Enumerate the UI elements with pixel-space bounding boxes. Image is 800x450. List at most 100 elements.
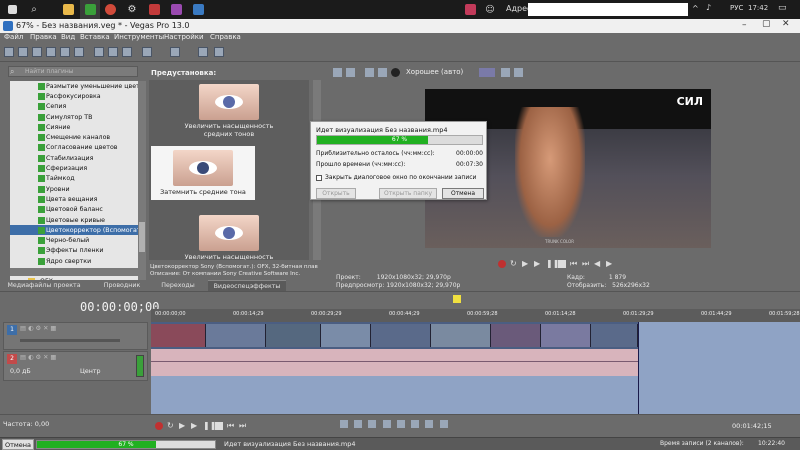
video-track-header[interactable]: 1 ▤ ◐ ⚙ ✕ ▦ — [3, 322, 148, 350]
chevron-up-icon[interactable]: ^ — [692, 4, 699, 13]
cancel-render-button[interactable]: Отмена — [442, 188, 484, 199]
preset-item-selected[interactable]: Затемнить средние тона — [151, 146, 255, 200]
marker-flag-icon[interactable] — [453, 295, 461, 303]
checkbox-box[interactable] — [316, 174, 322, 181]
loop-icon[interactable]: ↻ — [167, 422, 175, 430]
selection-edit-icon[interactable] — [368, 420, 377, 428]
app-icon-2[interactable] — [166, 0, 186, 19]
audio-track-header[interactable]: 2 ▤ ◐ ⚙ ✕ ▦ 0,0 дБ Центр — [3, 351, 148, 381]
prev-frame-icon[interactable]: ◀ — [594, 260, 602, 268]
go-end-icon[interactable]: ⏭ — [239, 422, 247, 430]
video-clip[interactable] — [206, 324, 266, 347]
video-clip[interactable] — [151, 324, 206, 347]
video-clip[interactable] — [591, 324, 638, 347]
loop-icon[interactable]: ↻ — [510, 260, 518, 268]
new-icon[interactable] — [4, 47, 14, 57]
timeline-track-area[interactable] — [151, 322, 800, 414]
fx-tree-item[interactable]: Ядро свертки — [10, 256, 138, 266]
settings-icon[interactable]: ⚙ — [122, 0, 142, 19]
fx-tree-item[interactable]: Черно-белый — [10, 235, 138, 245]
next-frame-icon[interactable]: ▶ — [606, 260, 614, 268]
play-icon[interactable]: ▶ — [191, 422, 199, 430]
menu-help[interactable]: Справка — [210, 33, 241, 41]
fx-tree-item[interactable]: Согласование цветов — [10, 143, 138, 153]
menu-edit[interactable]: Правка — [30, 33, 57, 41]
trim-icon[interactable] — [396, 420, 405, 428]
video-track-controls[interactable]: ▤ ◐ ⚙ ✕ ▦ — [20, 325, 56, 332]
go-start-icon[interactable]: ⏮ — [227, 422, 235, 430]
play-from-start-icon[interactable]: ▶ — [522, 260, 530, 268]
video-clip[interactable] — [371, 324, 431, 347]
fx-tree-item[interactable]: Таймкод — [10, 174, 138, 184]
fx-tree-item[interactable]: Стабилизация — [10, 153, 138, 163]
tab-explorer[interactable]: Проводник — [100, 280, 144, 291]
vegas-taskbar-icon[interactable] — [80, 0, 100, 19]
status-cancel-button[interactable]: Отмена — [2, 439, 34, 450]
tree-scrollbar[interactable] — [138, 81, 146, 287]
explorer-icon[interactable] — [58, 0, 78, 19]
video-level-slider[interactable] — [20, 339, 120, 342]
preview-settings-icon[interactable] — [333, 67, 342, 77]
fx-tree-item[interactable]: Сферизация — [10, 163, 138, 173]
timeline-ruler[interactable]: 00:00:00;00 00:00:14;29 00:00:29;29 00:0… — [151, 309, 800, 323]
address-input[interactable] — [528, 3, 688, 16]
tree-scroll-thumb[interactable] — [139, 222, 145, 252]
fx-tree-item[interactable]: Размытие уменьшение цветности — [10, 81, 138, 91]
record-icon[interactable] — [498, 260, 506, 268]
fx-tree-item[interactable]: Эффекты пленки — [10, 246, 138, 256]
snap-icon[interactable] — [425, 420, 434, 428]
envelope-tool-icon[interactable] — [214, 47, 224, 57]
select-tool-icon[interactable] — [198, 47, 208, 57]
preview-quality-dropdown[interactable]: Хорошее (авто) — [406, 68, 463, 76]
paste-icon[interactable] — [122, 47, 132, 57]
tab-video-fx[interactable]: Видеоспецэффекты — [208, 280, 286, 291]
fx-tree-item[interactable]: Симулятор ТВ — [10, 112, 138, 122]
normal-edit-icon[interactable] — [340, 420, 348, 428]
audio-track[interactable] — [151, 349, 638, 376]
fx-tree-item[interactable]: Цветокорректор (Вспомогат... — [10, 225, 138, 236]
preview-quality-icon[interactable] — [391, 67, 400, 77]
cut-icon[interactable] — [94, 47, 104, 57]
fx-tree-item[interactable]: Цветовые кривые — [10, 215, 138, 225]
save-as-icon[interactable] — [46, 47, 56, 57]
menu-file[interactable]: Файл — [4, 33, 23, 41]
copy-icon[interactable] — [108, 47, 118, 57]
play-from-start-icon[interactable]: ▶ — [179, 422, 187, 430]
photo-icon[interactable] — [460, 0, 480, 19]
properties-icon[interactable] — [74, 47, 84, 57]
auto-ripple-icon[interactable] — [439, 420, 448, 428]
fx-tree-item[interactable]: Цветовой баланс — [10, 205, 138, 215]
volume-icon[interactable]: ♪ — [706, 3, 711, 12]
render-icon[interactable] — [60, 47, 70, 57]
fx-tree-item[interactable]: Расфокусировка — [10, 91, 138, 101]
split-screen-icon[interactable] — [378, 67, 387, 77]
chrome-icon[interactable] — [100, 0, 120, 19]
menu-settings[interactable]: Настройки — [164, 33, 204, 41]
video-clip[interactable] — [431, 324, 491, 347]
maximize-icon[interactable]: ▢ — [762, 19, 771, 29]
external-monitor-icon[interactable] — [346, 67, 355, 77]
go-end-icon[interactable]: ⏭ — [582, 260, 590, 268]
envelope-edit-icon[interactable] — [354, 420, 363, 428]
video-clip[interactable] — [266, 324, 321, 347]
close-icon[interactable]: ✕ — [782, 19, 790, 29]
open-folder-button[interactable]: Открыть папку — [379, 188, 437, 199]
pause-icon[interactable]: ❚❚ — [546, 260, 559, 268]
tab-transitions[interactable]: Переходы — [150, 280, 206, 291]
play-icon[interactable]: ▶ — [534, 260, 542, 268]
undo-icon[interactable] — [142, 47, 152, 57]
fx-tree-item[interactable]: Сепия — [10, 102, 138, 112]
search-icon[interactable]: ⌕ — [24, 0, 44, 19]
fx-tree-item[interactable]: Цвета вещания — [10, 194, 138, 204]
windows-start-icon[interactable] — [2, 0, 22, 19]
menu-tools[interactable]: Инструменты — [114, 33, 164, 41]
marker-icon[interactable] — [411, 420, 420, 428]
video-track[interactable] — [151, 322, 638, 349]
open-icon[interactable] — [18, 47, 28, 57]
tab-project-media[interactable]: Медиафайлы проекта — [4, 280, 84, 291]
app-icon[interactable] — [144, 0, 164, 19]
audio-track-controls[interactable]: ▤ ◐ ⚙ ✕ ▦ — [20, 354, 56, 361]
stop-icon[interactable] — [215, 422, 223, 430]
preset-item[interactable]: Увеличить насыщенность — [177, 215, 281, 261]
split-icon[interactable] — [382, 420, 391, 428]
